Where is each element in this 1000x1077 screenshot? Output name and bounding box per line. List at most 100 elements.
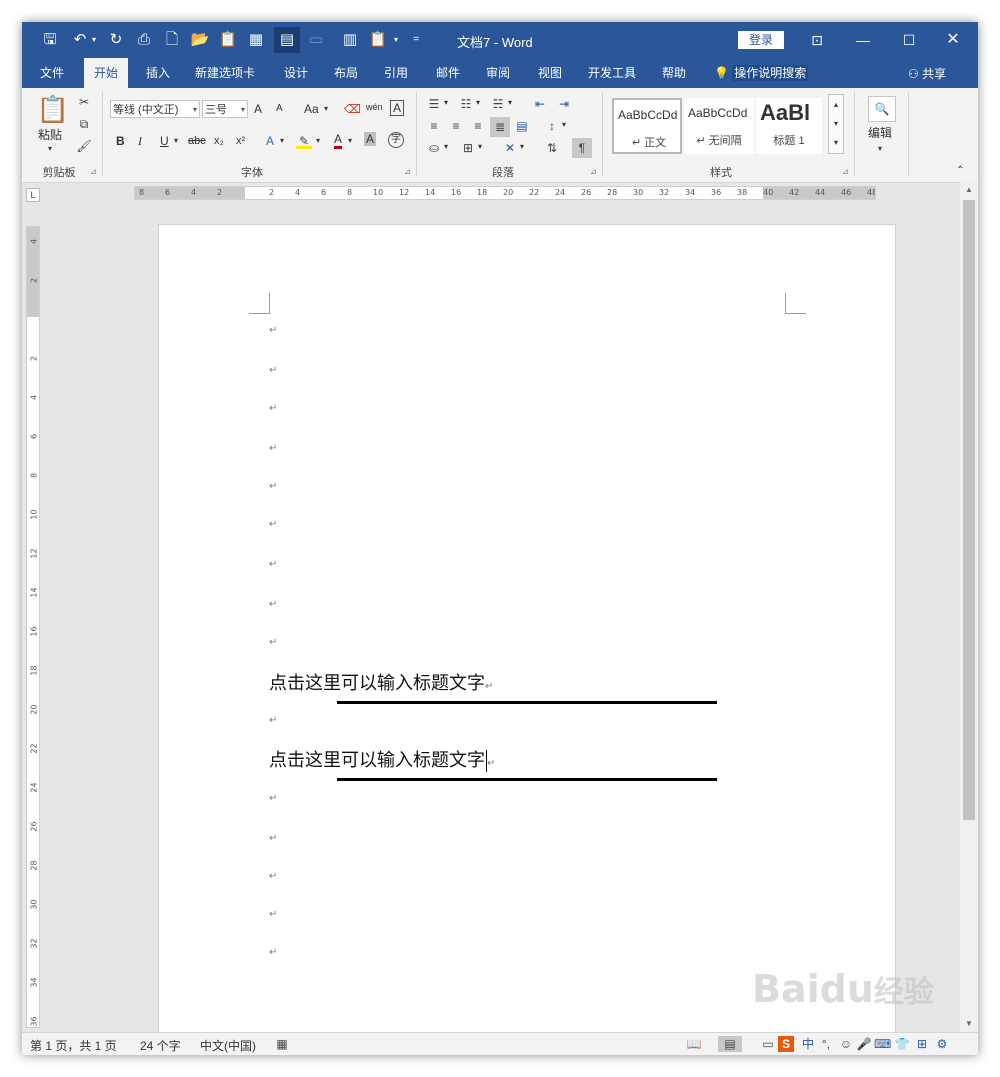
ime-logo-icon[interactable]: S <box>778 1036 794 1052</box>
paragraph-launcher-icon[interactable]: ⊿ <box>590 167 597 176</box>
ime-keyboard-icon[interactable]: ⌨ <box>874 1036 891 1052</box>
minimize-icon[interactable]: — <box>848 28 878 52</box>
line-spacing-dropdown-icon[interactable]: ▾ <box>562 116 566 134</box>
bold-button[interactable]: B <box>116 132 125 150</box>
tab-insert[interactable]: 插入 <box>136 58 180 88</box>
tab-developer[interactable]: 开发工具 <box>582 58 642 88</box>
login-button[interactable]: 登录 <box>738 31 784 49</box>
underline-button[interactable]: U <box>160 132 169 150</box>
horizontal-ruler[interactable]: 8 6 4 2 2 4 6 8 10 12 14 16 18 20 22 24 26 28 30 32 34 36 38 40… <box>134 186 876 200</box>
cut-icon[interactable]: ✂ <box>76 94 92 110</box>
highlight-dropdown-icon[interactable]: ▾ <box>316 132 320 150</box>
font-name-combo[interactable]: 等线 (中文正) ▾ <box>110 100 200 118</box>
subscript-button[interactable]: x₂ <box>214 132 224 150</box>
character-border-button[interactable]: A <box>390 100 405 116</box>
layout-icon[interactable]: ▭ <box>306 30 326 50</box>
sort-icon[interactable]: ⇅ <box>544 140 560 156</box>
grow-font-button[interactable]: A <box>254 100 262 118</box>
line-spacing-icon[interactable]: ↕ <box>544 118 560 134</box>
justify-icon[interactable]: ≣ <box>490 117 510 137</box>
chinese-layout-dropdown-icon[interactable]: ▾ <box>520 138 524 156</box>
shrink-font-button[interactable]: A <box>276 100 283 118</box>
bullets-dropdown-icon[interactable]: ▾ <box>444 94 448 112</box>
open-folder-icon[interactable]: 📂 <box>190 30 210 50</box>
font-size-combo[interactable]: 三号 ▾ <box>202 100 248 118</box>
tab-design[interactable]: 设计 <box>274 58 318 88</box>
vertical-scrollbar[interactable]: ▲ ▼ <box>960 182 978 1032</box>
format-painter-icon[interactable]: 🖌 <box>76 138 92 154</box>
redo-icon[interactable]: ↻ <box>106 30 126 50</box>
underline-dropdown-icon[interactable]: ▾ <box>174 132 178 150</box>
share-button[interactable]: ⚇ 共享 <box>908 65 946 82</box>
ime-punctuation-icon[interactable]: °, <box>818 1036 834 1052</box>
scroll-up-icon[interactable]: ▲ <box>960 182 978 198</box>
document-page[interactable]: ↵ ↵ ↵ ↵ ↵ ↵ ↵ ↵ ↵ ↵ ↵ ↵ ↵ ↵ ↵ 点击这里可以输入标题文字↵ 点击这里可以输入标题… <box>158 224 896 1054</box>
change-case-dropdown-icon[interactable]: ▾ <box>324 100 328 118</box>
print-preview-icon[interactable]: ⎙ <box>134 30 154 50</box>
editing-dropdown-icon[interactable]: ▾ <box>878 140 882 158</box>
font-launcher-icon[interactable]: ⊿ <box>404 167 411 176</box>
tell-me-search[interactable]: 💡 操作说明搜索 <box>714 64 809 81</box>
read-mode-view-icon[interactable]: 📖 <box>686 1036 702 1052</box>
ime-toolbox-icon[interactable]: ⊞ <box>914 1036 930 1052</box>
calculator-icon[interactable]: ▦ <box>246 30 266 50</box>
collapse-ribbon-icon[interactable]: ⌃ <box>956 162 964 180</box>
tab-layout[interactable]: 布局 <box>324 58 368 88</box>
character-shading-button[interactable]: A <box>364 132 377 146</box>
numbering-icon[interactable]: ☷ <box>458 96 474 112</box>
language-status[interactable]: 中文(中国) <box>200 1037 256 1054</box>
bullets-icon[interactable]: ☰ <box>426 96 442 112</box>
increase-indent-icon[interactable]: ⇥ <box>556 96 572 112</box>
page-count[interactable]: 第 1 页，共 1 页 <box>30 1037 117 1054</box>
multilevel-list-icon[interactable]: ☵ <box>490 96 506 112</box>
style-heading-1[interactable]: AaBl 标题 1 <box>756 98 822 154</box>
phonetic-guide-button[interactable]: wén <box>366 98 383 116</box>
paste-icon[interactable]: 📋 <box>36 94 70 124</box>
change-case-button[interactable]: Aa <box>304 100 319 118</box>
tab-view[interactable]: 视图 <box>528 58 572 88</box>
scrollbar-thumb[interactable] <box>963 200 975 820</box>
scroll-down-icon[interactable]: ▼ <box>960 1016 978 1032</box>
strikethrough-button[interactable]: abc <box>188 132 206 150</box>
style-normal[interactable]: AaBbCcDd ↵ 正文 <box>612 98 682 154</box>
vertical-ruler[interactable]: 4 2 2 4 6 8 10 12 14 16 18 20 22 24 26 28 30 32 34 36 <box>26 226 40 1028</box>
tab-mailings[interactable]: 邮件 <box>426 58 470 88</box>
text-effects-dropdown-icon[interactable]: ▾ <box>280 132 284 150</box>
numbering-dropdown-icon[interactable]: ▾ <box>476 94 480 112</box>
find-icon[interactable]: 🔍 <box>868 96 896 122</box>
tab-file[interactable]: 文件 <box>28 58 76 88</box>
ime-voice-icon[interactable]: 🎤 <box>856 1036 872 1052</box>
text-effects-button[interactable]: A <box>266 132 274 150</box>
accessibility-icon[interactable]: ▦ <box>274 1036 290 1052</box>
shading-icon[interactable]: ⛀ <box>426 140 442 156</box>
decrease-indent-icon[interactable]: ⇤ <box>532 96 548 112</box>
print-layout-view-icon[interactable]: ▤ <box>718 1036 742 1052</box>
tab-references[interactable]: 引用 <box>374 58 418 88</box>
distributed-icon[interactable]: ▤ <box>514 118 530 134</box>
tab-review[interactable]: 审阅 <box>476 58 520 88</box>
heading-line-1[interactable]: 点击这里可以输入标题文字↵ <box>269 669 493 695</box>
ime-settings-icon[interactable]: ⚙ <box>934 1036 950 1052</box>
ime-skin-icon[interactable]: 👕 <box>894 1036 910 1052</box>
show-marks-icon[interactable]: ¶ <box>572 138 592 158</box>
new-document-icon[interactable]: 🗋 <box>162 30 182 50</box>
clipboard-icon[interactable]: 📋 <box>218 30 238 50</box>
font-color-dropdown-icon[interactable]: ▾ <box>348 132 352 150</box>
borders-dropdown-icon[interactable]: ▾ <box>478 138 482 156</box>
heading-line-2[interactable]: 点击这里可以输入标题文字 ↵ <box>269 746 495 772</box>
align-left-icon[interactable]: ≡ <box>426 118 442 134</box>
paste-dropdown-icon[interactable]: ▾ <box>386 30 406 50</box>
superscript-button[interactable]: x² <box>236 132 245 150</box>
save-icon[interactable]: 🖫 <box>40 30 60 50</box>
paste-special-icon[interactable]: 📋 <box>368 30 388 50</box>
clipboard-launcher-icon[interactable]: ⊿ <box>90 167 97 176</box>
borders-icon[interactable]: ⊞ <box>460 140 476 156</box>
close-icon[interactable]: ✕ <box>938 28 968 52</box>
align-right-icon[interactable]: ≡ <box>470 118 486 134</box>
styles-launcher-icon[interactable]: ⊿ <box>842 167 849 176</box>
enclose-characters-button[interactable]: 字 <box>388 132 404 148</box>
tab-home[interactable]: 开始 <box>84 58 128 88</box>
shading-dropdown-icon[interactable]: ▾ <box>444 138 448 156</box>
font-color-button[interactable]: A <box>334 132 343 149</box>
maximize-icon[interactable]: ☐ <box>894 28 924 52</box>
